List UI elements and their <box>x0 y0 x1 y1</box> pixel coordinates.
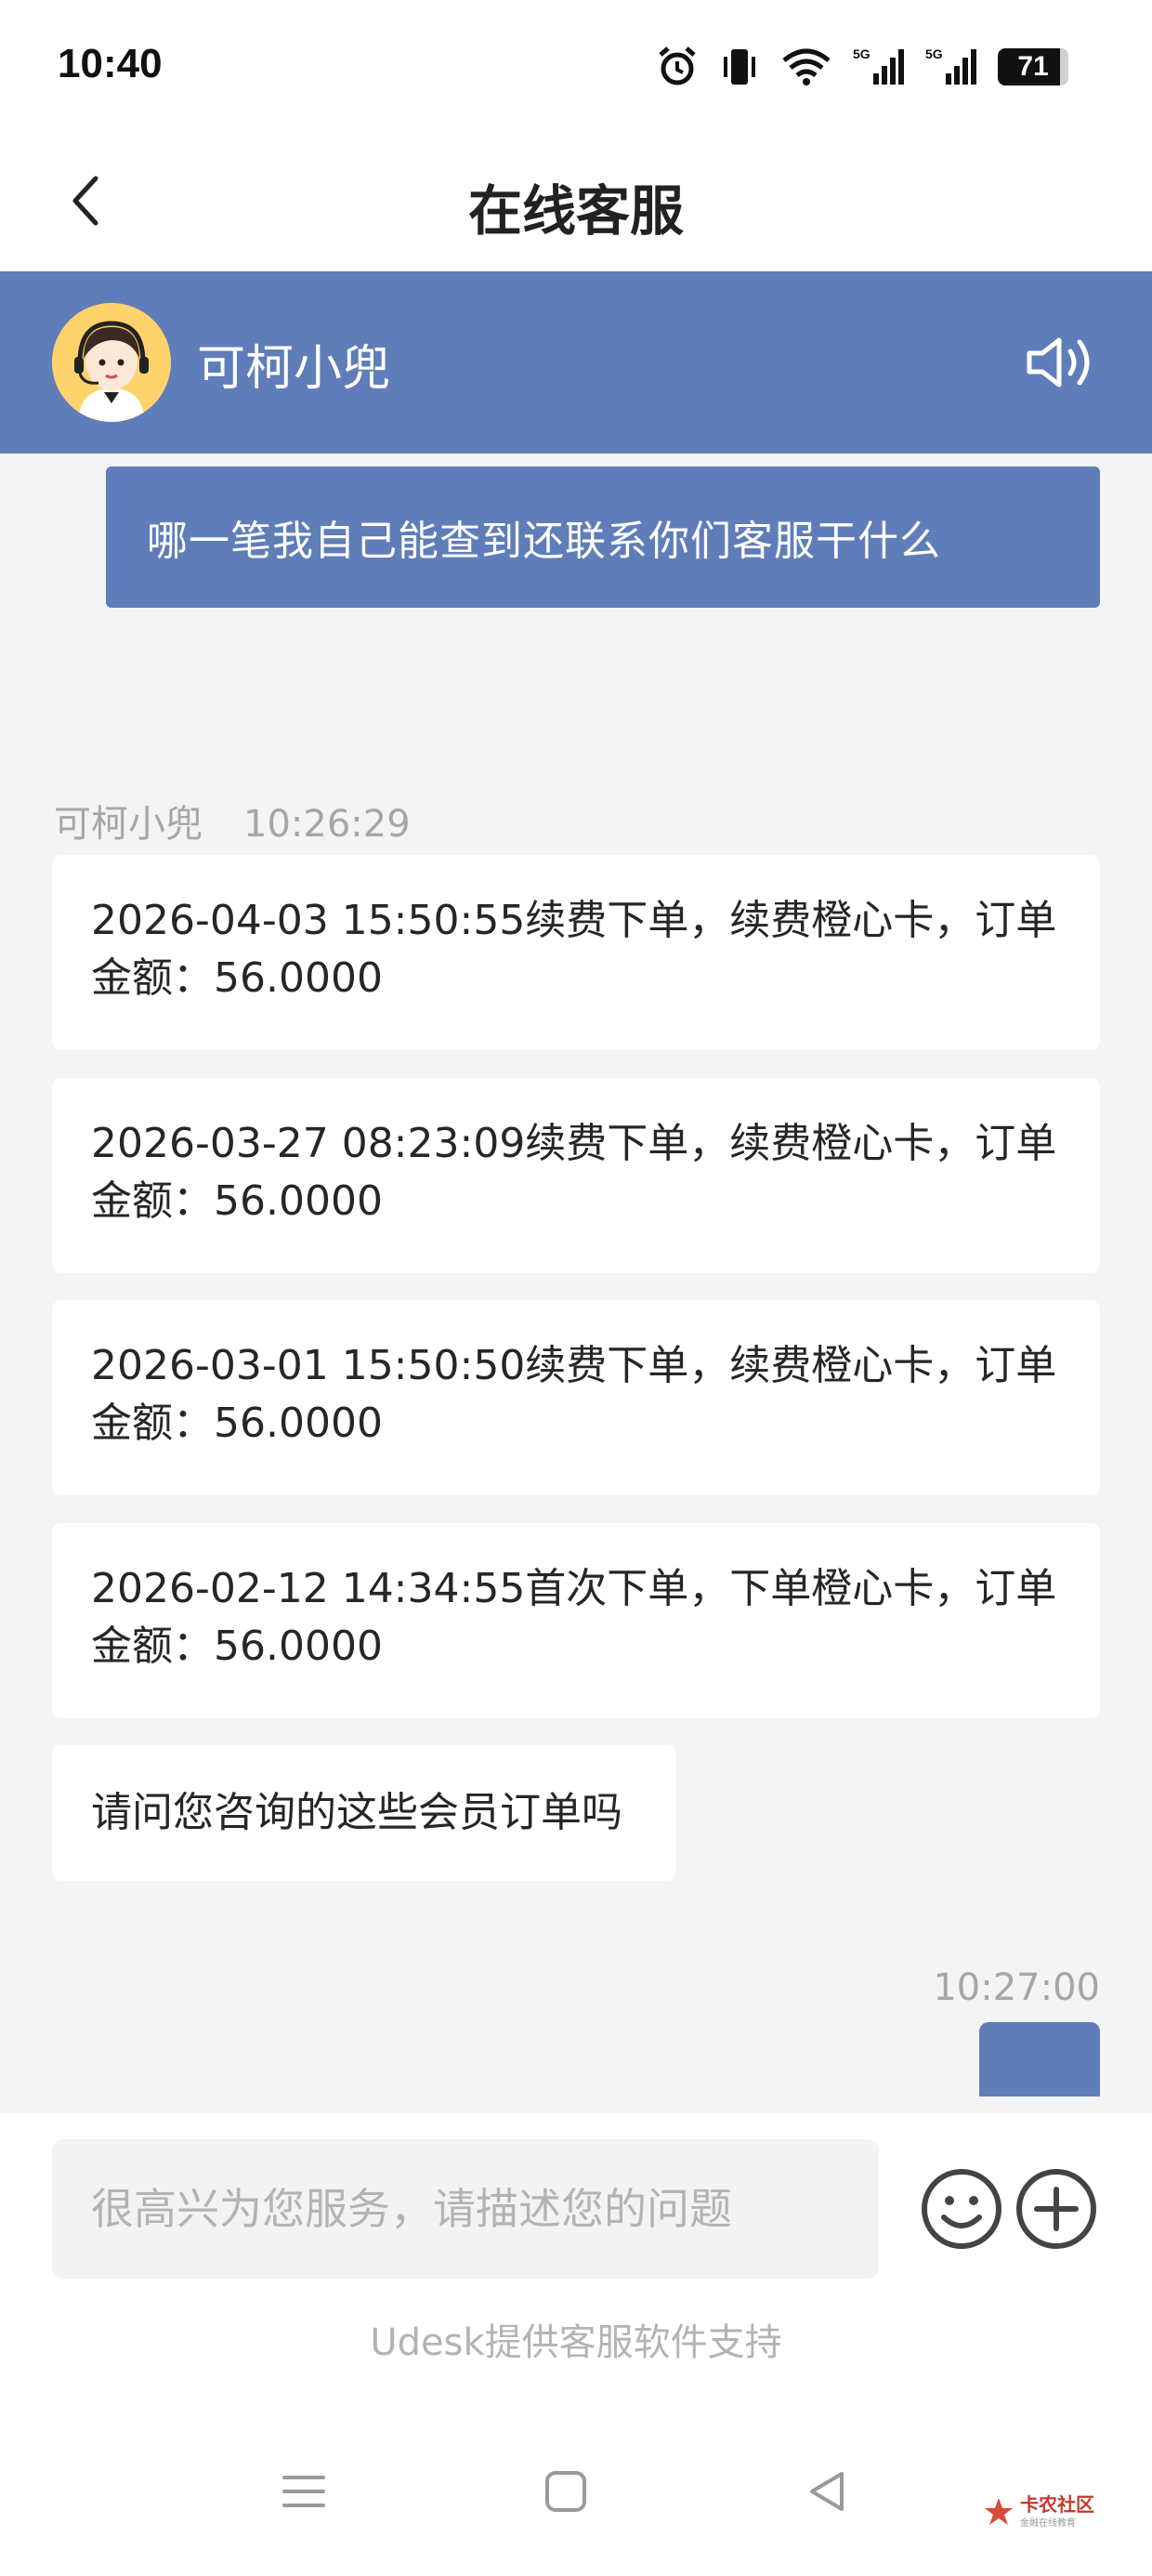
nav-back-button[interactable] <box>805 2468 851 2518</box>
watermark-subtext: 金融在线教育 <box>1020 2518 1076 2529</box>
speaker-button[interactable] <box>1022 325 1100 400</box>
agent-order-message: 2026-02-12 14:34:55首次下单，下单橙心卡，订单 金额：56.0… <box>52 1523 1100 1718</box>
agent-message-meta: 可柯小兜 10:26:29 <box>54 794 411 848</box>
square-icon <box>545 2471 586 2512</box>
plus-circle-icon <box>1016 2169 1096 2249</box>
svg-text:5G: 5G <box>853 46 871 61</box>
alarm-icon <box>659 46 696 85</box>
more-button[interactable] <box>1015 2167 1098 2251</box>
order-amount: 金额：56.0000 <box>91 1177 383 1225</box>
signal-5g-icon: 5G <box>925 46 976 85</box>
order-amount: 金额：56.0000 <box>91 954 383 1002</box>
title-bar: 在线客服 <box>0 130 1152 271</box>
user-message-partial <box>979 2022 1100 2096</box>
order-amount: 金额：56.0000 <box>91 1623 383 1670</box>
status-icons: 5G 5G 71 <box>656 41 1068 93</box>
message-input[interactable] <box>52 2139 879 2279</box>
system-nav-bar: 卡农社区 金融在线教育 <box>0 2420 1152 2576</box>
smiley-icon <box>922 2169 1001 2249</box>
menu-icon <box>282 2476 325 2507</box>
speaker-icon <box>1027 337 1090 388</box>
signal-5g-icon: 5G <box>853 46 904 85</box>
nav-recents-button[interactable] <box>281 2468 327 2518</box>
star-icon <box>985 2497 1013 2525</box>
order-line: 2026-03-01 15:50:50续费下单，续费橙心卡，订单 <box>91 1342 1057 1389</box>
agent-name: 可柯小兜 <box>197 341 391 397</box>
order-line: 2026-02-12 14:34:55首次下单，下单橙心卡，订单 <box>91 1565 1057 1612</box>
agent-sender-name: 可柯小兜 <box>54 803 203 846</box>
vibrate-icon <box>724 49 755 85</box>
order-line: 2026-04-03 15:50:55续费下单，续费橙心卡，订单 <box>91 897 1057 944</box>
chat-area[interactable]: 哪一笔我自己能查到还联系你们客服干什么 可柯小兜 10:26:29 2026-04… <box>0 453 1152 2113</box>
agent-message-time: 10:26:29 <box>243 803 411 846</box>
agent-order-message: 2026-03-27 08:23:09续费下单，续费橙心卡，订单 金额：56.0… <box>52 1078 1100 1273</box>
input-area: Udesk提供客服软件支持 <box>0 2113 1152 2420</box>
agent-question-message: 请问您咨询的这些会员订单吗 <box>52 1745 676 1881</box>
agent-header: 可柯小兜 <box>0 271 1152 453</box>
agent-order-message: 2026-04-03 15:50:55续费下单，续费橙心卡，订单 金额：56.0… <box>52 855 1100 1050</box>
status-bar: 10:40 5G 5G 71 <box>0 0 1152 130</box>
wifi-icon <box>782 48 831 85</box>
triangle-back-icon <box>810 2472 844 2511</box>
user-message: 哪一笔我自己能查到还联系你们客服干什么 <box>106 467 1100 608</box>
watermark-logo: 卡农社区 金融在线教育 <box>983 2494 1094 2529</box>
emoji-button[interactable] <box>920 2167 1003 2251</box>
page-title: 在线客服 <box>467 179 684 243</box>
order-amount: 金额：56.0000 <box>91 1400 383 1447</box>
order-line: 2026-03-27 08:23:09续费下单，续费橙心卡，订单 <box>91 1120 1057 1167</box>
agent-avatar <box>52 303 171 422</box>
agent-order-message: 2026-03-01 15:50:50续费下单，续费橙心卡，订单 金额：56.0… <box>52 1300 1100 1495</box>
battery-icon: 71 <box>998 48 1068 85</box>
watermark-text: 卡农社区 <box>1020 2493 1094 2516</box>
svg-text:5G: 5G <box>925 46 943 61</box>
powered-by-text: Udesk提供客服软件支持 <box>370 2321 782 2364</box>
nav-home-button[interactable] <box>543 2468 589 2518</box>
user-message-time: 10:27:00 <box>933 1966 1100 2009</box>
status-time: 10:40 <box>58 41 163 86</box>
